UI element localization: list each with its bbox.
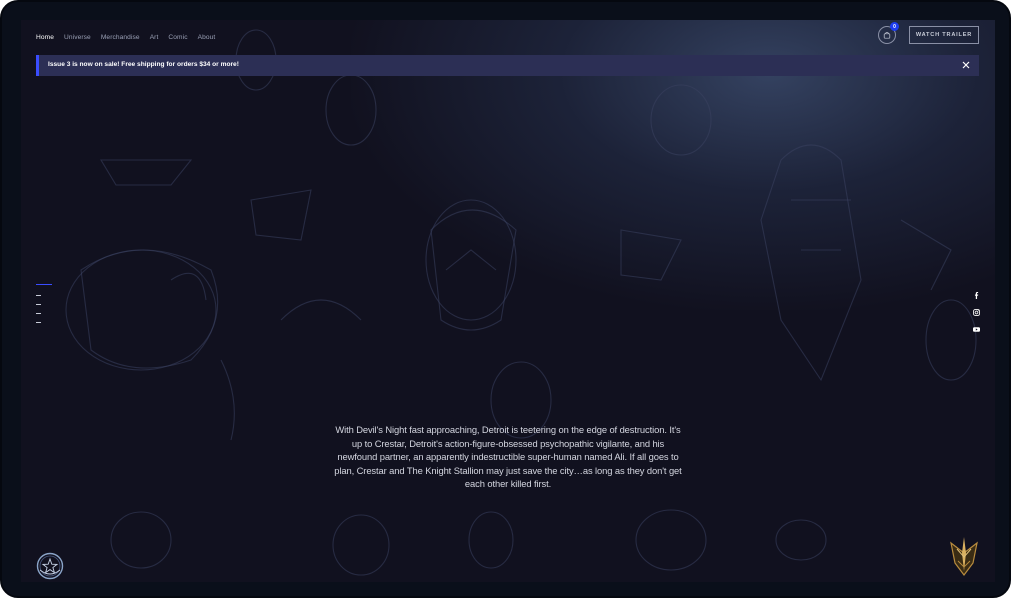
slider-dot-2[interactable] [36,295,41,296]
slider-dot-5[interactable] [36,322,41,323]
watch-trailer-button[interactable]: WATCH TRAILER [909,26,979,44]
knight-stallion-crest-logo[interactable] [949,537,979,577]
crestar-emblem-logo[interactable] [36,552,64,580]
device-frame: Home Universe Merchandise Art Comic Abou… [0,0,1011,598]
nav-item-merchandise[interactable]: Merchandise [101,34,140,41]
cart-button[interactable]: 0 [878,22,899,44]
cart-count-badge: 0 [890,22,899,31]
nav-item-art[interactable]: Art [150,34,159,41]
facebook-link[interactable] [973,286,980,299]
youtube-icon [973,327,980,332]
instagram-icon [973,309,980,316]
instagram-link[interactable] [973,303,980,316]
banner-text: Issue 3 is now on sale! Free shipping fo… [48,61,239,68]
nav-item-universe[interactable]: Universe [64,34,91,41]
social-links [973,286,980,337]
announcement-banner: Issue 3 is now on sale! Free shipping fo… [36,55,979,76]
nav-item-about[interactable]: About [198,34,216,41]
screen: Home Universe Merchandise Art Comic Abou… [21,20,995,582]
story-synopsis: With Devil's Night fast approaching, Det… [334,424,682,490]
nav-item-comic[interactable]: Comic [168,34,187,41]
slider-dot-4[interactable] [36,313,41,314]
slider-dot-3[interactable] [36,304,41,305]
background-sketches [65,29,977,576]
facebook-icon [974,292,979,299]
nav-item-home[interactable]: Home [36,34,54,41]
close-icon[interactable] [961,60,971,70]
youtube-link[interactable] [973,320,980,332]
main-nav: Home Universe Merchandise Art Comic Abou… [36,34,225,41]
shopping-bag-icon [883,32,891,39]
slider-pagination [36,284,52,331]
slider-dot-1[interactable] [36,284,52,285]
